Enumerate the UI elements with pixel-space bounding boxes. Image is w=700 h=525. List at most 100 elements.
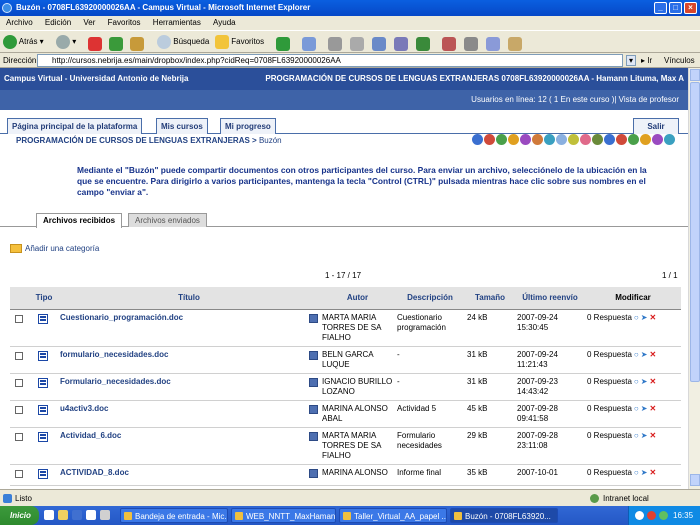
- file-link[interactable]: Formulario_necesidades.doc: [60, 377, 171, 386]
- scroll-down-button[interactable]: [690, 474, 700, 486]
- file-link[interactable]: Actividad_6.doc: [60, 431, 121, 440]
- tab-received-files[interactable]: Archivos recibidos: [36, 213, 123, 228]
- save-icon[interactable]: [309, 377, 318, 387]
- course-tool-icon[interactable]: [532, 134, 543, 145]
- tab-sent-files[interactable]: Archivos enviados: [128, 213, 207, 227]
- messenger-icon[interactable]: [416, 37, 430, 51]
- quicklaunch-desktop-icon[interactable]: [86, 510, 96, 520]
- course-tool-icon[interactable]: [520, 134, 531, 145]
- menu-edicion[interactable]: Edición: [45, 18, 71, 27]
- header-size[interactable]: Tamaño: [465, 287, 515, 310]
- course-tool-icon[interactable]: [496, 134, 507, 145]
- vertical-scrollbar[interactable]: [688, 68, 700, 489]
- course-tool-icon[interactable]: [592, 134, 603, 145]
- tray-icon[interactable]: [647, 511, 656, 520]
- move-icon[interactable]: ➤: [641, 350, 648, 360]
- tab-home[interactable]: Página principal de la plataforma: [7, 118, 143, 134]
- course-tool-icon[interactable]: [568, 134, 579, 145]
- row-checkbox[interactable]: [15, 351, 23, 360]
- course-tool-icon[interactable]: [664, 134, 675, 145]
- history-icon[interactable]: [276, 37, 290, 51]
- course-tool-icon[interactable]: [484, 134, 495, 145]
- delete-icon[interactable]: ✕: [649, 404, 656, 414]
- course-tool-icon[interactable]: [604, 134, 615, 145]
- course-tool-icon[interactable]: [556, 134, 567, 145]
- add-category-link[interactable]: Añadir una categoría: [10, 243, 99, 255]
- scroll-up-button[interactable]: [690, 69, 700, 81]
- print-icon[interactable]: [328, 37, 342, 51]
- file-link[interactable]: Cuestionario_programación.doc: [60, 313, 183, 322]
- edit-icon[interactable]: [350, 37, 364, 51]
- save-icon[interactable]: [309, 468, 318, 478]
- window-title-bar[interactable]: Buzón - 0708FL63920000026AA - Campus Vir…: [0, 0, 700, 16]
- go-button[interactable]: ▸ Ir: [641, 53, 652, 68]
- comment-icon[interactable]: ○: [634, 377, 639, 387]
- row-checkbox[interactable]: [15, 432, 23, 441]
- taskbar-item-buzon[interactable]: Buzón - 0708FL63920...: [450, 508, 558, 523]
- response-count[interactable]: 0 Respuesta: [587, 431, 632, 440]
- move-icon[interactable]: ➤: [641, 468, 648, 478]
- menu-archivo[interactable]: Archivo: [6, 18, 33, 27]
- header-type[interactable]: Tipo: [30, 287, 58, 310]
- course-tool-icon[interactable]: [640, 134, 651, 145]
- campus-name[interactable]: Campus Virtual - Universidad Antonio de …: [4, 74, 188, 83]
- cut-icon[interactable]: [464, 37, 478, 51]
- stop-icon[interactable]: [88, 37, 102, 51]
- tab-my-progress[interactable]: Mi progreso: [220, 118, 276, 134]
- delete-icon[interactable]: ✕: [649, 431, 656, 441]
- refresh-icon[interactable]: [109, 37, 123, 51]
- header-description[interactable]: Descripción: [395, 287, 465, 310]
- breadcrumb-course[interactable]: PROGRAMACIÓN DE CURSOS DE LENGUAS EXTRAN…: [16, 136, 250, 145]
- taskbar-item-mail[interactable]: Bandeja de entrada - Mic...: [120, 508, 228, 523]
- home-icon[interactable]: [130, 37, 144, 51]
- row-checkbox[interactable]: [15, 378, 23, 387]
- tray-icon[interactable]: [635, 511, 644, 520]
- course-tool-icon[interactable]: [616, 134, 627, 145]
- start-button[interactable]: Inicio: [0, 506, 39, 525]
- save-icon[interactable]: [309, 350, 318, 360]
- address-input[interactable]: http://cursos.nebrija.es/main/dropbox/in…: [37, 54, 623, 67]
- response-count[interactable]: 0 Respuesta: [587, 350, 632, 359]
- research-icon[interactable]: [394, 37, 408, 51]
- comment-icon[interactable]: ○: [634, 313, 639, 323]
- save-icon[interactable]: [309, 431, 318, 441]
- move-icon[interactable]: ➤: [641, 431, 648, 441]
- menu-herramientas[interactable]: Herramientas: [153, 18, 201, 27]
- comment-icon[interactable]: ○: [634, 404, 639, 414]
- tray-icon[interactable]: [659, 511, 668, 520]
- header-author[interactable]: Autor: [320, 287, 395, 310]
- back-button[interactable]: Atrás ▾: [3, 34, 44, 50]
- file-link[interactable]: u4activ3.doc: [60, 404, 108, 413]
- mail-icon[interactable]: [302, 37, 316, 51]
- minimize-button[interactable]: _: [654, 2, 667, 14]
- extra-icon[interactable]: [442, 37, 456, 51]
- file-link[interactable]: ACTIVIDAD_8.doc: [60, 468, 129, 477]
- delete-icon[interactable]: ✕: [649, 377, 656, 387]
- quicklaunch-extra-icon[interactable]: [100, 510, 110, 520]
- quicklaunch-ie-icon[interactable]: [44, 510, 54, 520]
- response-count[interactable]: 0 Respuesta: [587, 313, 632, 322]
- favorites-button[interactable]: Favoritos: [215, 34, 264, 50]
- move-icon[interactable]: ➤: [641, 377, 648, 387]
- row-checkbox[interactable]: [15, 405, 23, 414]
- menu-ayuda[interactable]: Ayuda: [213, 18, 236, 27]
- online-users[interactable]: Usuarios en línea: 12 ( 1 En este curso …: [0, 90, 688, 110]
- taskbar-item-taller[interactable]: Taller_Virtual_AA_papel ...: [339, 508, 447, 523]
- copy-icon[interactable]: [486, 37, 500, 51]
- course-tool-icon[interactable]: [544, 134, 555, 145]
- move-icon[interactable]: ➤: [641, 313, 648, 323]
- response-count[interactable]: 0 Respuesta: [587, 377, 632, 386]
- delete-icon[interactable]: ✕: [649, 313, 656, 323]
- scroll-thumb[interactable]: [690, 82, 700, 382]
- course-tool-icon[interactable]: [652, 134, 663, 145]
- quicklaunch-outlook-icon[interactable]: [58, 510, 68, 520]
- response-count[interactable]: 0 Respuesta: [587, 404, 632, 413]
- menu-favoritos[interactable]: Favoritos: [108, 18, 141, 27]
- move-icon[interactable]: ➤: [641, 404, 648, 414]
- quicklaunch-word-icon[interactable]: [72, 510, 82, 520]
- header-title[interactable]: Título: [58, 287, 320, 310]
- search-button[interactable]: Búsqueda: [157, 34, 209, 50]
- comment-icon[interactable]: ○: [634, 431, 639, 441]
- forward-button[interactable]: ▾: [56, 34, 76, 50]
- discuss-icon[interactable]: [372, 37, 386, 51]
